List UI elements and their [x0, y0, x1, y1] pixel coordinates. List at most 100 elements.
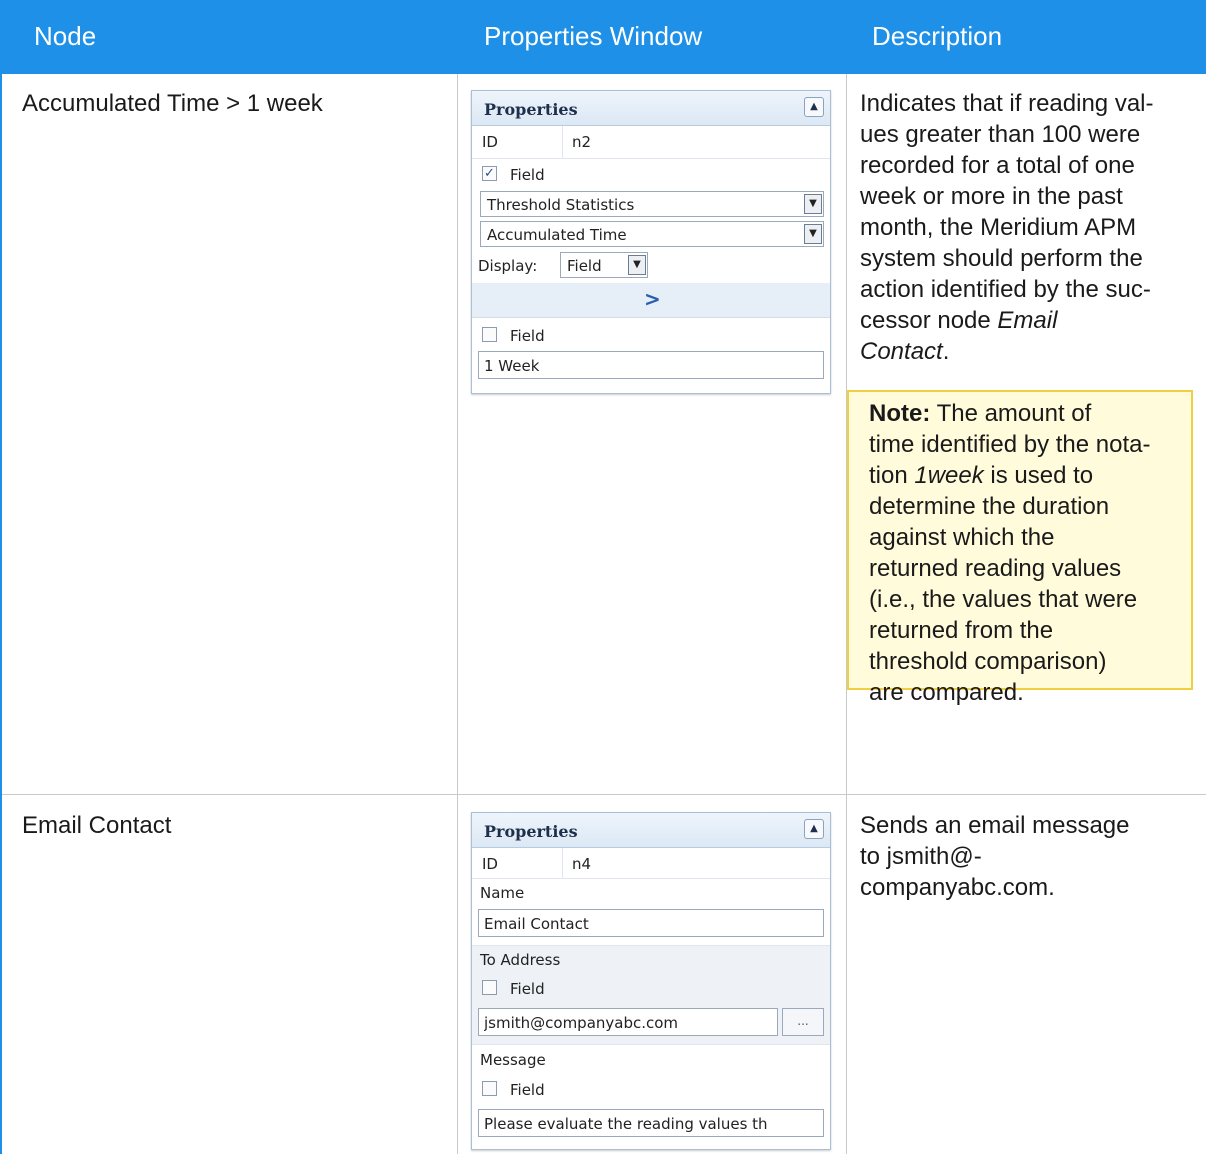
name-label: Name — [480, 884, 525, 902]
id-label: ID — [482, 133, 498, 151]
field-checkbox[interactable] — [482, 327, 497, 342]
note-line: against which the — [869, 524, 1055, 551]
properties-header: Properties ▲ — [472, 91, 830, 126]
display-row: Display: Field ▼ — [472, 249, 830, 283]
note-box: Note: The amount of time identified by t… — [847, 390, 1193, 706]
note-line: tion 1week is used to — [869, 460, 1185, 491]
node-name: Accumulated Time > 1 week — [22, 90, 323, 117]
id-label: ID — [482, 855, 498, 873]
header-properties-window: Properties Window — [484, 21, 703, 51]
note-line: Note: The amount of — [869, 398, 1185, 429]
value-input-text: 1 Week — [484, 357, 540, 375]
id-value: n2 — [572, 133, 592, 151]
description: Sends an email message to jsmith@- compa… — [860, 810, 1190, 903]
description-line: cessor node Email — [860, 305, 1190, 336]
note-line: determine the duration — [869, 493, 1110, 520]
field-checkbox-row: ✓ Field — [472, 159, 830, 189]
description-line: companyabc.com. — [860, 874, 1055, 901]
operator-bar[interactable]: > — [472, 283, 830, 318]
id-row: ID n4 — [472, 848, 830, 879]
dropdown-row: Threshold Statistics ▼ — [472, 189, 830, 219]
description-line: ues greater than 100 were — [860, 121, 1141, 148]
description-line: system should perform the — [860, 245, 1143, 272]
field-checkbox-row: Field — [472, 318, 830, 350]
description-emphasis: Contact — [860, 338, 943, 365]
statistics-dropdown-value: Threshold Statistics — [487, 196, 635, 214]
description-line: week or more in the past — [860, 183, 1123, 210]
header-description: Description — [872, 21, 1003, 51]
note-line: returned reading values — [869, 555, 1122, 582]
message-label: Message — [480, 1051, 546, 1069]
divider — [562, 126, 563, 158]
name-input-text: Email Contact — [484, 915, 589, 933]
properties-title: Properties — [484, 100, 578, 119]
statistics-dropdown[interactable]: Threshold Statistics ▼ — [480, 191, 824, 217]
chevron-down-icon[interactable]: ▼ — [804, 194, 822, 214]
value-row: 1 Week — [472, 350, 830, 384]
field-checkbox-label: Field — [510, 166, 545, 184]
browse-button[interactable]: ... — [782, 1008, 824, 1036]
note-text: is used to — [983, 462, 1094, 489]
to-address-section: To Address Field jsmith@companyabc.com .… — [472, 946, 830, 1045]
message-field-checkbox[interactable] — [482, 1081, 497, 1096]
name-input[interactable]: Email Contact — [478, 909, 824, 937]
to-address-input[interactable]: jsmith@companyabc.com — [478, 1008, 778, 1036]
message-section: Message Field Please evaluate the readin… — [472, 1045, 830, 1149]
message-input[interactable]: Please evaluate the reading values th — [478, 1109, 824, 1137]
description-text: . — [942, 338, 950, 365]
table-left-border — [0, 74, 2, 1154]
chevron-down-icon[interactable]: ▼ — [628, 255, 646, 275]
display-dropdown[interactable]: Field ▼ — [560, 252, 648, 278]
description: Indicates that if reading val- ues great… — [860, 88, 1190, 367]
note-line: are compared. — [869, 679, 1024, 706]
properties-panel: Properties ▲ ID n4 Name Email Contact To… — [471, 812, 831, 1150]
note-text: The amount of — [930, 400, 1092, 427]
description-line: Indicates that if reading val- — [860, 90, 1154, 117]
to-address-field-label: Field — [510, 980, 545, 998]
operator-symbol: > — [644, 287, 661, 311]
description-line: action identified by the suc- — [860, 276, 1151, 303]
header-node: Node — [34, 21, 97, 51]
description-line: month, the Meridium APM — [860, 214, 1137, 241]
note-line: time identified by the nota- — [869, 431, 1151, 458]
note-label: Note: — [869, 400, 931, 427]
collapse-icon[interactable]: ▲ — [804, 819, 824, 839]
note-emphasis: 1week — [914, 462, 984, 489]
table-header: Node Properties Window Description — [0, 0, 1206, 74]
description-text: cessor node — [860, 307, 998, 334]
to-address-label: To Address — [480, 951, 561, 969]
node-table: Node Properties Window Description Accum… — [0, 0, 1206, 1154]
properties-title: Properties — [484, 822, 578, 841]
properties-panel: Properties ▲ ID n2 ✓ Field Threshold Sta… — [471, 90, 831, 394]
note-text: tion — [869, 462, 915, 489]
chevron-down-icon[interactable]: ▼ — [804, 224, 822, 244]
id-value: n4 — [572, 855, 592, 873]
collapse-icon[interactable]: ▲ — [804, 97, 824, 117]
field-checkbox[interactable]: ✓ — [482, 166, 497, 181]
id-row: ID n2 — [472, 126, 830, 159]
note-line: (i.e., the values that were — [869, 586, 1138, 613]
node-name: Email Contact — [22, 812, 172, 839]
description-line: Sends an email message — [860, 812, 1130, 839]
value-input[interactable]: 1 Week — [478, 351, 824, 379]
note-line: returned from the — [869, 617, 1054, 644]
column-divider — [457, 74, 458, 1154]
measure-dropdown-value: Accumulated Time — [487, 226, 627, 244]
measure-dropdown[interactable]: Accumulated Time ▼ — [480, 221, 824, 247]
to-address-field-checkbox[interactable] — [482, 980, 497, 995]
display-dropdown-value: Field — [567, 257, 602, 275]
properties-header: Properties ▲ — [472, 813, 830, 848]
description-line: recorded for a total of one — [860, 152, 1135, 179]
message-field-label: Field — [510, 1081, 545, 1099]
display-label: Display: — [478, 257, 538, 275]
field-checkbox-label: Field — [510, 327, 545, 345]
dropdown-row: Accumulated Time ▼ — [472, 219, 830, 249]
description-line: to jsmith@- — [860, 843, 982, 870]
row-divider — [2, 794, 1206, 795]
description-emphasis: Email — [997, 307, 1058, 334]
message-input-text: Please evaluate the reading values th — [484, 1115, 768, 1133]
divider — [562, 848, 563, 878]
description-line: Contact. — [860, 336, 1190, 367]
to-address-input-text: jsmith@companyabc.com — [484, 1014, 679, 1032]
note-line: threshold comparison) — [869, 648, 1107, 675]
